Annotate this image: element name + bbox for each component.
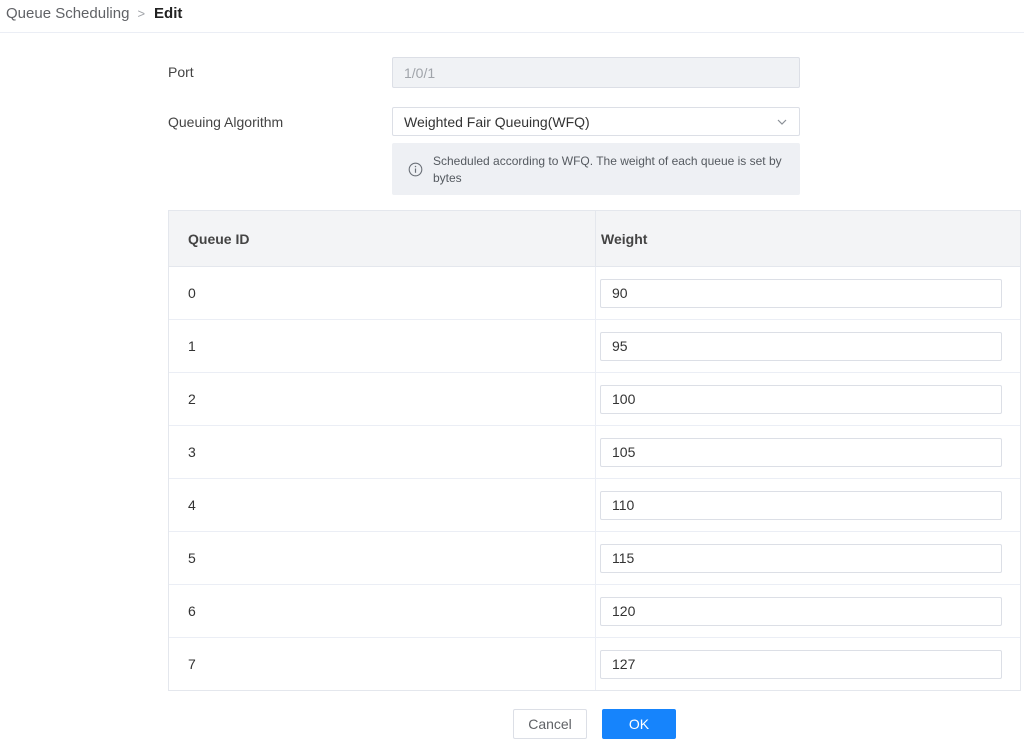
table-row: 7 bbox=[169, 638, 1020, 690]
port-value: 1/0/1 bbox=[404, 64, 436, 81]
weight-input-queue-2[interactable] bbox=[600, 384, 1002, 414]
queue-id-cell: 0 bbox=[169, 267, 596, 319]
info-circle-icon bbox=[408, 162, 423, 177]
weight-cell bbox=[596, 585, 1020, 637]
weight-input-queue-3[interactable] bbox=[600, 437, 1002, 467]
weight-input-queue-0[interactable] bbox=[600, 278, 1002, 308]
queue-id-cell: 4 bbox=[169, 479, 596, 531]
queuing-algorithm-label: Queuing Algorithm bbox=[168, 114, 284, 130]
cancel-button[interactable]: Cancel bbox=[513, 709, 587, 739]
algorithm-info-box: Scheduled according to WFQ. The weight o… bbox=[392, 143, 800, 195]
queue-id-cell: 2 bbox=[169, 373, 596, 425]
weight-cell bbox=[596, 426, 1020, 478]
queue-id-cell: 7 bbox=[169, 638, 596, 690]
weight-cell bbox=[596, 320, 1020, 372]
weight-input-queue-5[interactable] bbox=[600, 543, 1002, 573]
weight-input-queue-4[interactable] bbox=[600, 490, 1002, 520]
table-row: 6 bbox=[169, 585, 1020, 638]
weight-header: Weight bbox=[601, 230, 648, 247]
ok-button[interactable]: OK bbox=[602, 709, 676, 739]
queuing-algorithm-select[interactable]: Weighted Fair Queuing(WFQ) bbox=[392, 107, 800, 136]
weight-input-queue-6[interactable] bbox=[600, 596, 1002, 626]
queue-id-header: Queue ID bbox=[169, 211, 596, 266]
weight-cell bbox=[596, 532, 1020, 584]
port-label: Port bbox=[168, 64, 194, 80]
port-field: 1/0/1 bbox=[392, 57, 800, 88]
table-row: 4 bbox=[169, 479, 1020, 532]
weight-input-queue-7[interactable] bbox=[600, 649, 1002, 679]
breadcrumb-queue-scheduling-link[interactable]: Queue Scheduling bbox=[6, 5, 129, 22]
breadcrumb-separator: > bbox=[137, 5, 146, 21]
queuing-algorithm-value: Weighted Fair Queuing(WFQ) bbox=[404, 113, 590, 130]
queue-id-cell: 3 bbox=[169, 426, 596, 478]
table-row: 0 bbox=[169, 267, 1020, 320]
table-header: Queue ID Weight bbox=[169, 211, 1020, 267]
table-row: 2 bbox=[169, 373, 1020, 426]
queue-id-cell: 5 bbox=[169, 532, 596, 584]
weight-cell bbox=[596, 267, 1020, 319]
queue-id-cell: 6 bbox=[169, 585, 596, 637]
table-row: 5 bbox=[169, 532, 1020, 585]
algorithm-info-text: Scheduled according to WFQ. The weight o… bbox=[433, 154, 782, 185]
table-row: 1 bbox=[169, 320, 1020, 373]
queue-weight-table: Queue ID Weight 0 1 2 3 bbox=[168, 210, 1021, 691]
header-divider bbox=[0, 32, 1024, 33]
weight-cell bbox=[596, 373, 1020, 425]
weight-cell bbox=[596, 479, 1020, 531]
breadcrumb: Queue Scheduling > Edit bbox=[6, 3, 182, 23]
weight-input-queue-1[interactable] bbox=[600, 331, 1002, 361]
chevron-down-icon bbox=[776, 116, 788, 128]
queue-id-cell: 1 bbox=[169, 320, 596, 372]
queue-scheduling-edit-page: Queue Scheduling > Edit Port 1/0/1 Queui… bbox=[0, 0, 1024, 741]
table-row: 3 bbox=[169, 426, 1020, 479]
weight-cell bbox=[596, 638, 1020, 690]
breadcrumb-current: Edit bbox=[154, 4, 183, 22]
